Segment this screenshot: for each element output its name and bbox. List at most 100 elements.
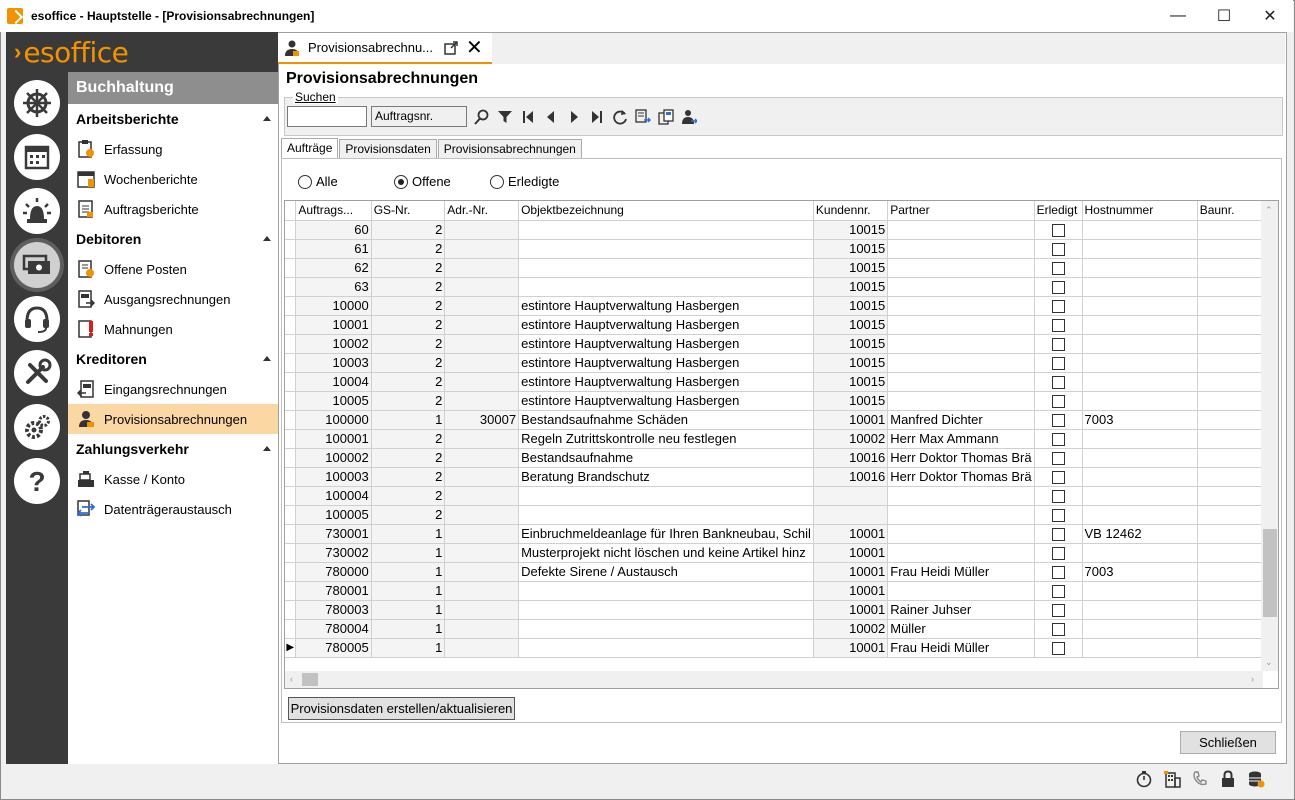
gs-number-cell[interactable]: 1 [371,600,446,620]
customer-number-cell[interactable]: 10001 [813,581,889,601]
customer-number-cell[interactable]: 10015 [813,372,889,392]
done-checkbox[interactable] [1051,470,1065,484]
order-number-cell[interactable]: 100000 [295,410,372,430]
money-icon[interactable] [14,242,60,288]
tab-provisionsabrechnungen[interactable]: Provisionsabrechnungen [437,139,582,158]
filter-icon[interactable] [494,106,516,128]
headset-icon[interactable] [14,296,60,342]
done-checkbox-cell[interactable] [1034,581,1083,601]
help-icon[interactable]: ? [14,458,60,504]
assign-person-icon[interactable] [678,106,700,128]
alarm-light-icon[interactable] [14,188,60,234]
partner-cell[interactable] [887,505,1035,525]
done-checkbox[interactable] [1051,603,1065,617]
customer-number-cell[interactable]: 10001 [813,410,889,430]
gears-icon[interactable] [14,404,60,450]
customer-number-cell[interactable]: 10016 [813,467,889,487]
table-row[interactable]: 10002 2 estintore Hauptverwaltung Hasberge… [285,334,1278,354]
gs-number-cell[interactable]: 2 [371,315,446,335]
order-number-cell[interactable]: 10005 [295,391,372,411]
nav-group-arbeitsberichte[interactable]: Arbeitsberichte [68,104,278,134]
scroll-up-icon[interactable]: ⌃ [1265,205,1273,216]
previous-record-icon[interactable] [540,106,562,128]
address-number-cell[interactable] [444,524,520,544]
export-list-icon[interactable] [632,106,654,128]
order-number-cell[interactable]: 60 [295,220,372,240]
done-checkbox[interactable] [1051,641,1065,655]
row-indicator[interactable] [285,600,297,620]
table-row[interactable]: 10004 2 estintore Hauptverwaltung Hasberge… [285,372,1278,392]
table-row[interactable]: 61 2 10015 [285,239,1278,259]
nav-group-kreditoren[interactable]: Kreditoren [68,344,278,374]
close-tab-icon[interactable]: ✕ [466,38,483,58]
partner-cell[interactable]: Rainer Juhser [887,600,1035,620]
row-indicator[interactable] [285,543,297,563]
order-number-cell[interactable]: 10002 [295,334,372,354]
done-checkbox-cell[interactable] [1034,600,1083,620]
object-description-cell[interactable]: estintore Hauptverwaltung Hasbergen [518,372,814,392]
partner-cell[interactable] [887,315,1035,335]
table-row[interactable]: 100005 2 [285,505,1278,525]
host-number-cell[interactable] [1082,334,1198,354]
scrollbar-thumb[interactable] [1263,529,1277,617]
customer-number-cell[interactable]: 10001 [813,638,889,658]
scroll-down-icon[interactable]: ⌄ [1265,657,1273,668]
address-number-cell[interactable] [444,296,520,316]
nav-item-mahnungen[interactable]: Mahnungen [68,314,278,344]
done-checkbox-cell[interactable] [1034,448,1083,468]
radio-button[interactable] [490,174,504,189]
copy-records-icon[interactable] [655,106,677,128]
search-field-selector[interactable]: Auftragsnr. [371,106,467,127]
radio-button[interactable] [298,174,312,189]
table-row[interactable]: 730001 1 Einbruchmeldeanlage für Ihren Ban… [285,524,1278,544]
row-indicator[interactable] [285,391,297,411]
partner-cell[interactable]: Frau Heidi Müller [887,638,1035,658]
customer-number-cell[interactable]: 10015 [813,296,889,316]
object-description-cell[interactable]: estintore Hauptverwaltung Hasbergen [518,296,814,316]
address-number-cell[interactable] [444,600,520,620]
table-row[interactable]: 780004 1 10002 Müller [285,619,1278,639]
customer-number-cell[interactable]: 10001 [813,524,889,544]
done-checkbox[interactable] [1051,508,1065,522]
done-checkbox[interactable] [1051,280,1065,294]
table-row[interactable]: ▶ 780005 1 10001 Frau Heidi Müller [285,638,1278,658]
collapse-arrow-icon[interactable] [263,236,271,241]
partner-cell[interactable] [887,277,1035,297]
done-checkbox-cell[interactable] [1034,239,1083,259]
host-number-cell[interactable] [1082,505,1198,525]
object-description-cell[interactable] [518,220,814,240]
customer-number-cell[interactable]: 10015 [813,239,889,259]
partner-cell[interactable] [887,220,1035,240]
address-number-cell[interactable] [444,562,520,582]
customer-number-cell[interactable] [813,486,889,506]
row-indicator[interactable] [285,505,297,525]
partner-cell[interactable] [887,524,1035,544]
row-indicator[interactable] [285,486,297,506]
done-checkbox[interactable] [1051,622,1065,636]
object-description-cell[interactable]: estintore Hauptverwaltung Hasbergen [518,334,814,354]
create-provision-data-button[interactable]: Provisionsdaten erstellen/aktualisieren [288,697,515,720]
done-checkbox[interactable] [1051,337,1065,351]
collapse-arrow-icon[interactable] [263,116,271,121]
gs-number-cell[interactable]: 1 [371,581,446,601]
lock-icon[interactable] [1214,768,1242,790]
row-indicator[interactable] [285,467,297,487]
customer-number-cell[interactable]: 10001 [813,600,889,620]
object-description-cell[interactable]: Musterprojekt nicht löschen und keine Ar… [518,543,814,563]
column-header[interactable]: Kundennr. [813,201,889,221]
ship-wheel-icon[interactable] [14,80,60,126]
vertical-scrollbar[interactable]: ⌃ ⌄ [1261,201,1278,671]
object-description-cell[interactable]: Beratung Brandschutz [518,467,814,487]
column-header[interactable]: GS-Nr. [371,201,446,221]
host-number-cell[interactable] [1082,239,1198,259]
row-indicator[interactable] [285,353,297,373]
address-number-cell[interactable] [444,315,520,335]
address-number-cell[interactable] [444,429,520,449]
partner-cell[interactable] [887,391,1035,411]
done-checkbox[interactable] [1051,261,1065,275]
close-button[interactable]: Schließen [1180,731,1276,754]
row-indicator[interactable] [285,296,297,316]
row-indicator[interactable] [285,524,297,544]
nav-item-erfassung[interactable]: Erfassung [68,134,278,164]
partner-cell[interactable] [887,372,1035,392]
